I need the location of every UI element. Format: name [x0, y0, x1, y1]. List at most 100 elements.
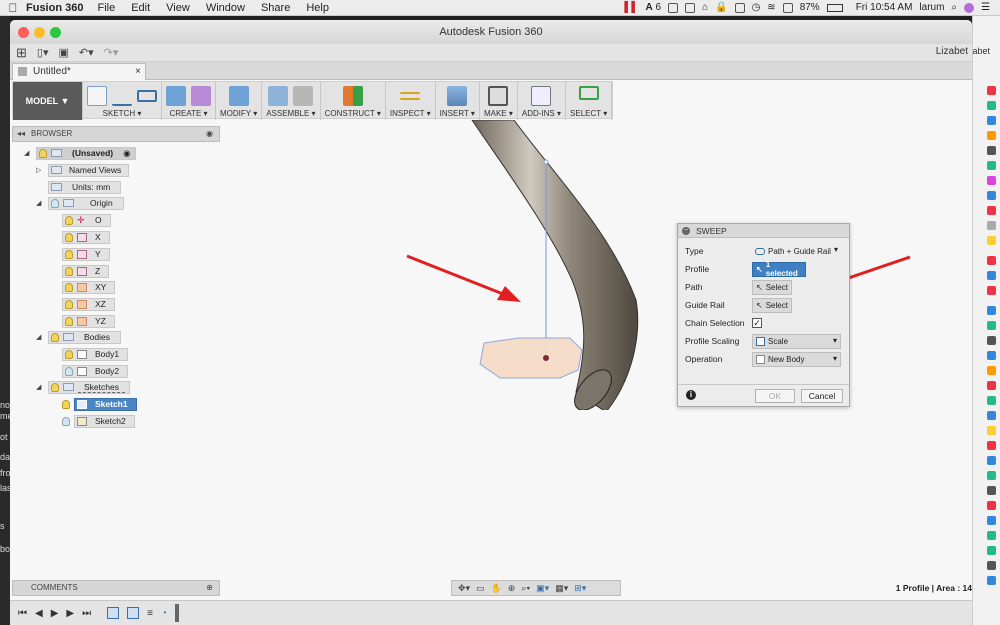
dock-app-icon[interactable]: [987, 411, 996, 420]
menu-help[interactable]: Help: [306, 2, 329, 14]
rectangle-icon[interactable]: [137, 90, 157, 102]
dock-app-icon[interactable]: [987, 161, 996, 170]
origin-item[interactable]: XY: [62, 280, 116, 294]
dock-app-icon[interactable]: [987, 441, 996, 450]
dock-app-icon[interactable]: [987, 286, 996, 295]
dock-app-icon[interactable]: [987, 336, 996, 345]
joint-icon[interactable]: [293, 86, 314, 106]
spotlight-icon[interactable]: ⌕: [951, 2, 957, 13]
visibility-bulb-icon[interactable]: [65, 282, 73, 292]
dock-app-icon[interactable]: [987, 321, 996, 330]
origin-item[interactable]: Z: [62, 264, 110, 278]
cancel-button[interactable]: Cancel: [801, 389, 843, 403]
dock-app-icon[interactable]: [987, 306, 996, 315]
menu-edit[interactable]: Edit: [131, 2, 150, 14]
dock-app-icon[interactable]: [987, 501, 996, 510]
dock-app-icon[interactable]: [987, 381, 996, 390]
sketch-item[interactable]: Sketch2: [62, 414, 135, 428]
insert-image-icon[interactable]: [447, 86, 468, 106]
visibility-bulb-icon[interactable]: [65, 299, 73, 309]
profile-select-button[interactable]: ↖ 1 selected: [752, 260, 806, 278]
dock-app-icon[interactable]: [987, 456, 996, 465]
step-forward-icon[interactable]: ▶: [66, 608, 74, 619]
guide-rail-select-button[interactable]: ↖ Select: [752, 297, 792, 313]
add-comment-icon[interactable]: ⊕: [206, 581, 213, 595]
screen-icon[interactable]: [685, 2, 696, 13]
go-to-end-icon[interactable]: ⏭: [82, 608, 91, 619]
tree-node-origin[interactable]: ◢ Origin: [36, 196, 124, 210]
dock-app-icon[interactable]: [987, 176, 996, 185]
body-item[interactable]: Body1: [62, 347, 129, 361]
dock-app-icon[interactable]: [987, 236, 996, 245]
sketch-group[interactable]: SKETCH ▾: [83, 82, 162, 120]
dock-app-icon[interactable]: [987, 366, 996, 375]
visibility-bulb-icon[interactable]: [65, 266, 73, 276]
body-item[interactable]: Body2: [62, 364, 129, 378]
origin-item[interactable]: Y: [62, 247, 110, 261]
close-window-button[interactable]: [18, 27, 29, 38]
timeline-sketch-feature[interactable]: [127, 607, 140, 619]
pin-icon[interactable]: ◉: [206, 127, 213, 141]
path-start-point[interactable]: [543, 159, 549, 165]
3d-print-icon[interactable]: [488, 86, 509, 106]
dropbox-icon[interactable]: [734, 2, 745, 13]
dock-app-icon[interactable]: [987, 576, 996, 585]
create-group[interactable]: CREATE ▾: [162, 82, 216, 120]
make-group[interactable]: MAKE ▾: [480, 82, 518, 120]
info-icon[interactable]: i: [686, 390, 696, 400]
activate-radio-icon[interactable]: ◉: [123, 148, 130, 159]
ok-button[interactable]: OK: [755, 389, 795, 403]
spline-icon[interactable]: [112, 86, 132, 106]
app-menu[interactable]: Fusion 360: [26, 2, 83, 14]
grid-settings-icon[interactable]: ▦▾: [555, 583, 568, 594]
visibility-bulb-icon[interactable]: [51, 382, 59, 392]
adobe-icon[interactable]: ▌▌: [624, 2, 638, 13]
dock-app-icon[interactable]: [987, 351, 996, 360]
expand-triangle-icon[interactable]: ◢: [36, 333, 44, 341]
origin-item[interactable]: X: [62, 230, 110, 244]
modify-group[interactable]: MODIFY ▾: [216, 82, 263, 120]
siri-icon[interactable]: [964, 2, 975, 13]
browser-panel-header[interactable]: ◂◂ BROWSER ◉: [12, 126, 220, 142]
battery-level[interactable]: 87%: [800, 2, 820, 13]
select-icon[interactable]: [578, 86, 599, 100]
dock-app-icon[interactable]: [987, 561, 996, 570]
dock-app-icon[interactable]: [987, 131, 996, 140]
step-back-icon[interactable]: ◀: [35, 608, 43, 619]
inspect-group[interactable]: INSPECT ▾: [386, 82, 436, 120]
data-panel-grid-icon[interactable]: ⊞: [16, 45, 27, 61]
timeline-component-feature[interactable]: ≡: [147, 608, 153, 619]
visibility-bulb-icon[interactable]: [65, 215, 73, 225]
dock-app-icon[interactable]: [987, 191, 996, 200]
minimize-window-button[interactable]: [34, 27, 45, 38]
redo-icon[interactable]: ↷▾: [104, 46, 119, 59]
fit-icon[interactable]: ⌕▾: [521, 583, 530, 594]
dock-app-icon[interactable]: [987, 516, 996, 525]
go-to-start-icon[interactable]: ⏮: [18, 608, 27, 619]
sketch-profile[interactable]: [479, 337, 583, 379]
user-account-name[interactable]: Lizabet: [936, 46, 968, 57]
offset-plane-icon[interactable]: [342, 86, 363, 106]
workspace-switcher-button[interactable]: MODEL ▼: [13, 82, 83, 120]
form-icon[interactable]: [191, 86, 211, 106]
create-sketch-icon[interactable]: [87, 86, 107, 106]
clock[interactable]: Fri 10:54 AM: [856, 2, 913, 13]
dock-app-icon[interactable]: [987, 256, 996, 265]
wifi-icon[interactable]: ≋: [767, 2, 775, 13]
addins-group[interactable]: ADD-INS ▾: [518, 82, 567, 120]
dock-app-icon[interactable]: [987, 86, 996, 95]
file-menu-icon[interactable]: ▯▾: [37, 46, 49, 59]
dock-app-icon[interactable]: [987, 101, 996, 110]
origin-item[interactable]: XZ: [62, 297, 115, 311]
operation-dropdown[interactable]: New Body ▾: [752, 351, 841, 367]
dock-app-icon[interactable]: [987, 271, 996, 280]
undo-icon[interactable]: ↶▾: [79, 46, 94, 59]
insert-group[interactable]: INSERT ▾: [436, 82, 480, 120]
home-icon[interactable]: ⌂: [702, 2, 708, 13]
menu-share[interactable]: Share: [261, 2, 290, 14]
sketch-item[interactable]: Sketch1: [62, 397, 137, 411]
expand-triangle-icon[interactable]: ◢: [24, 149, 32, 157]
expand-triangle-icon[interactable]: ◢: [36, 383, 44, 391]
tree-node-units[interactable]: Units: mm: [48, 180, 122, 194]
menu-file[interactable]: File: [97, 2, 115, 14]
